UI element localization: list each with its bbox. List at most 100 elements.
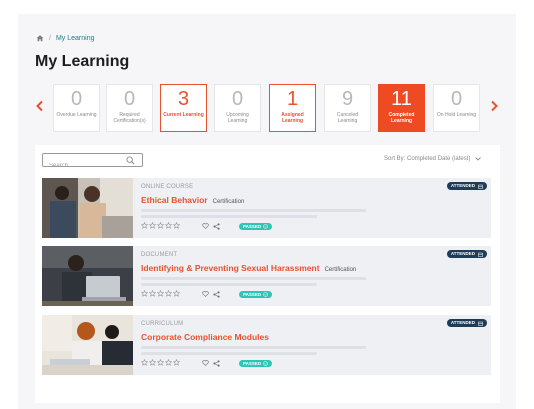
star-outline-icon[interactable]	[173, 290, 180, 297]
collaboration-photo-image	[42, 315, 133, 375]
description-placeholder	[141, 283, 317, 286]
heart-icon[interactable]	[202, 291, 209, 297]
star-outline-icon[interactable]	[141, 222, 148, 229]
breadcrumb-current[interactable]: My Learning	[56, 35, 95, 42]
breadcrumb: / My Learning	[36, 34, 94, 42]
attended-label: ATTENDED	[450, 251, 475, 256]
heart-icon[interactable]	[202, 360, 209, 366]
star-outline-icon[interactable]	[157, 290, 164, 297]
stat-value: 11	[391, 88, 412, 110]
passed-label: PASSED	[243, 224, 262, 229]
stat-card-required-certifications[interactable]: 0 Required Certification(s)	[106, 84, 153, 132]
stat-label: Completed Learning	[388, 112, 415, 124]
course-card[interactable]: ONLINE COURSE Ethical Behavior Certifica…	[42, 178, 491, 238]
course-title[interactable]: Ethical Behavior	[141, 195, 208, 205]
star-outline-icon[interactable]	[157, 359, 164, 366]
passed-label: PASSED	[243, 292, 262, 297]
stat-card-on-hold[interactable]: 0 On Hold Learning	[433, 84, 480, 132]
check-circle-icon	[263, 292, 268, 297]
star-outline-icon[interactable]	[141, 359, 148, 366]
description-placeholder	[141, 277, 366, 280]
course-card[interactable]: CURRICULUM Corporate Compliance Modules …	[42, 315, 491, 375]
star-outline-icon[interactable]	[149, 290, 156, 297]
description-placeholder	[141, 346, 366, 349]
stat-card-upcoming[interactable]: 0 Upcoming Learning	[214, 84, 261, 132]
stat-value: 0	[231, 88, 244, 110]
attended-badge: ATTENDED	[446, 250, 487, 258]
course-thumbnail	[42, 246, 133, 306]
course-tag: Certification	[212, 199, 245, 205]
meeting-photo-image	[42, 178, 133, 238]
course-card[interactable]: DOCUMENT Identifying & Preventing Sexual…	[42, 246, 491, 306]
stat-label: Required Certification(s)	[113, 112, 146, 124]
heart-icon[interactable]	[202, 223, 209, 229]
attended-label: ATTENDED	[450, 320, 475, 325]
calendar-icon	[478, 184, 483, 189]
star-outline-icon[interactable]	[165, 222, 172, 229]
stat-card-current[interactable]: 3 Current Learning	[160, 84, 207, 132]
page-title: My Learning	[35, 53, 130, 70]
passed-label: PASSED	[243, 361, 262, 366]
search-input[interactable]	[43, 160, 123, 172]
calendar-icon	[478, 321, 483, 326]
star-outline-icon[interactable]	[165, 359, 172, 366]
star-outline-icon[interactable]	[157, 222, 164, 229]
stat-value: 9	[341, 88, 354, 110]
share-icon[interactable]	[213, 223, 220, 230]
passed-badge: PASSED	[239, 223, 273, 230]
stat-label: On Hold Learning	[436, 112, 477, 118]
chevron-left-icon[interactable]	[35, 100, 45, 112]
stat-label: Current Learning	[163, 112, 204, 118]
course-type: CURRICULUM	[141, 321, 184, 327]
passed-badge: PASSED	[239, 360, 273, 367]
share-icon[interactable]	[213, 360, 220, 367]
stat-value: 1	[286, 88, 299, 110]
calendar-icon	[478, 252, 483, 257]
attended-label: ATTENDED	[450, 183, 475, 188]
passed-badge: PASSED	[239, 291, 273, 298]
stat-value: 3	[177, 88, 190, 110]
stat-label: Upcoming Learning	[226, 112, 249, 124]
stat-card-overdue[interactable]: 0 Overdue Learning	[53, 84, 100, 132]
stat-label: Assigned Learning	[281, 112, 304, 124]
search-icon[interactable]	[126, 156, 135, 165]
search-box[interactable]	[42, 153, 143, 172]
laptop-photo-image	[42, 246, 133, 306]
stat-value: 0	[70, 88, 83, 110]
course-type: DOCUMENT	[141, 252, 178, 258]
description-placeholder	[141, 209, 366, 212]
course-type: ONLINE COURSE	[141, 184, 194, 190]
star-outline-icon[interactable]	[173, 222, 180, 229]
stat-card-completed[interactable]: 11 Completed Learning	[378, 84, 425, 132]
chevron-down-icon	[475, 157, 482, 161]
chevron-right-icon[interactable]	[489, 100, 499, 112]
stat-card-assigned[interactable]: 1 Assigned Learning	[269, 84, 316, 132]
stat-value: 0	[123, 88, 136, 110]
home-icon[interactable]	[36, 34, 44, 42]
attended-badge: ATTENDED	[446, 319, 487, 327]
check-circle-icon	[263, 361, 268, 366]
description-placeholder	[141, 215, 317, 218]
sort-label: Sort By: Completed Date (latest)	[384, 156, 471, 162]
stat-value: 0	[450, 88, 463, 110]
star-outline-icon[interactable]	[141, 290, 148, 297]
check-circle-icon	[263, 224, 268, 229]
description-placeholder	[141, 352, 317, 355]
star-outline-icon[interactable]	[149, 222, 156, 229]
sort-dropdown[interactable]: Sort By: Completed Date (latest)	[384, 156, 482, 162]
star-outline-icon[interactable]	[149, 359, 156, 366]
share-icon[interactable]	[213, 291, 220, 298]
course-title[interactable]: Corporate Compliance Modules	[141, 332, 269, 342]
star-outline-icon[interactable]	[173, 359, 180, 366]
rating-stars[interactable]	[141, 222, 180, 229]
course-thumbnail	[42, 315, 133, 375]
course-thumbnail	[42, 178, 133, 238]
star-outline-icon[interactable]	[165, 290, 172, 297]
stat-card-canceled[interactable]: 9 Canceled Learning	[324, 84, 371, 132]
course-tag: Certification	[324, 267, 357, 273]
breadcrumb-separator: /	[49, 34, 51, 42]
rating-stars[interactable]	[141, 359, 180, 366]
rating-stars[interactable]	[141, 290, 180, 297]
course-title[interactable]: Identifying & Preventing Sexual Harassme…	[141, 263, 320, 273]
stat-label: Overdue Learning	[56, 112, 97, 118]
